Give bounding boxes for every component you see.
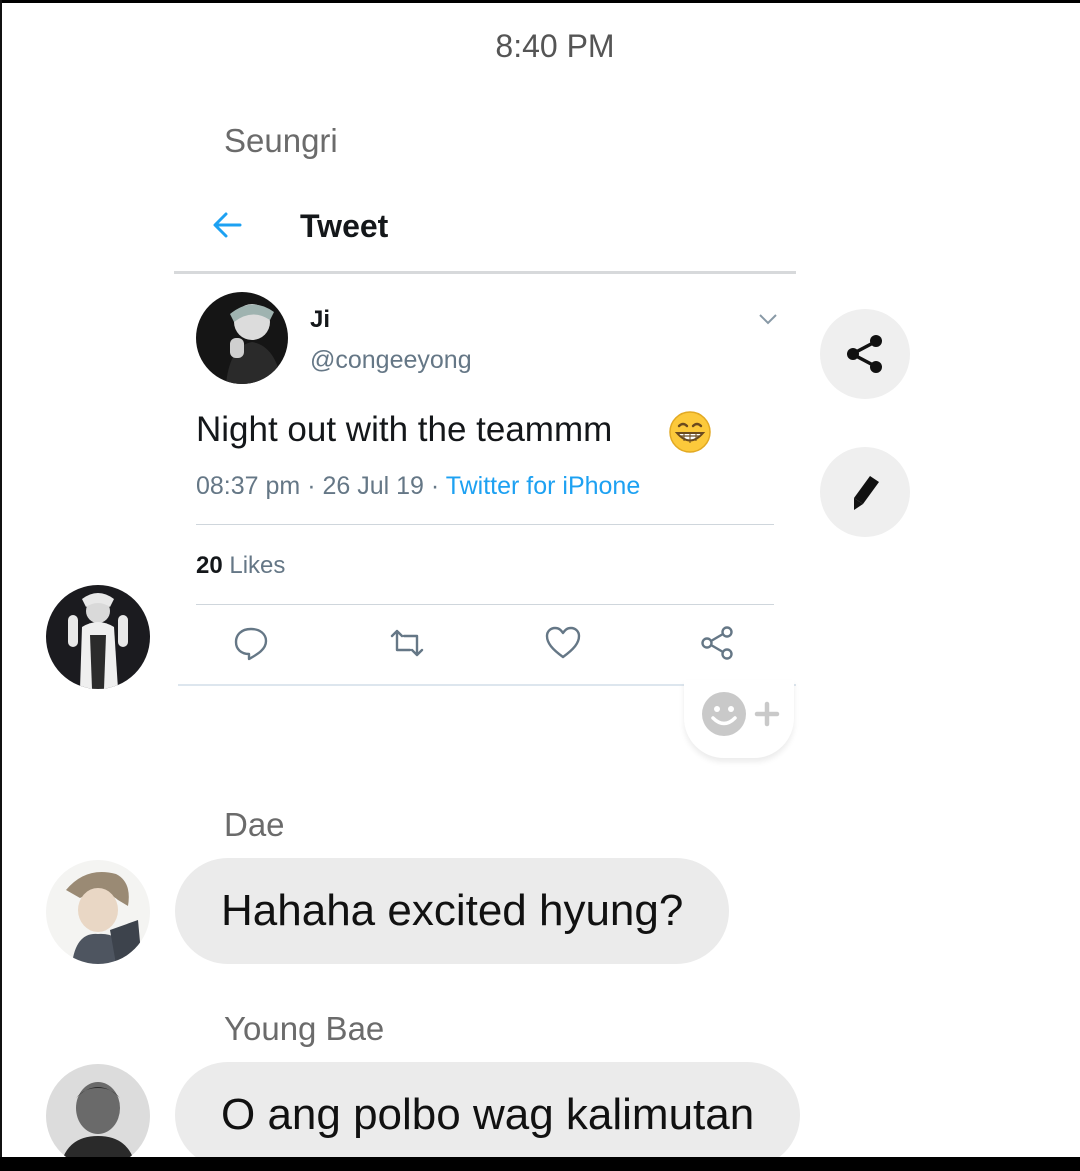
tweet-likes[interactable]: 20 Likes <box>196 552 285 580</box>
divider <box>196 604 774 605</box>
like-icon[interactable] <box>544 624 582 662</box>
tweet-source-link[interactable]: Twitter for iPhone <box>446 472 641 500</box>
chevron-down-icon[interactable] <box>758 312 778 326</box>
young-bae-avatar[interactable] <box>46 1064 150 1168</box>
likes-label: Likes <box>229 552 286 579</box>
add-reaction-button[interactable] <box>684 680 794 758</box>
reply-icon[interactable] <box>232 624 270 662</box>
divider <box>174 271 796 274</box>
sender-name: Young Bae <box>224 1010 385 1047</box>
tweet-meta: 08:37 pm · 26 Jul 19 · Twitter for iPhon… <box>196 472 641 500</box>
retweet-icon[interactable] <box>388 624 426 662</box>
tweet-header-title: Tweet <box>300 208 389 244</box>
grinning-face-emoji <box>669 411 711 453</box>
left-border <box>0 0 2 1171</box>
edit-fab[interactable] <box>820 447 910 537</box>
sender-name: Dae <box>224 806 285 843</box>
share-icon <box>847 335 882 373</box>
shared-tweet-card[interactable]: Tweet Ji @congeeyong Night out with the … <box>174 188 796 688</box>
dae-avatar[interactable] <box>46 860 150 964</box>
message-timestamp: 8:40 PM <box>495 28 615 64</box>
sender-name: Seungri <box>224 122 338 159</box>
tweet-text: Night out with the teammm <box>196 410 613 449</box>
tweet-author-avatar[interactable] <box>196 292 288 384</box>
likes-count: 20 <box>196 552 223 579</box>
edit-icon <box>854 476 879 510</box>
tweet-time: 08:37 pm <box>196 472 301 500</box>
share-icon[interactable] <box>698 624 736 662</box>
seungri-avatar[interactable] <box>46 585 150 689</box>
tweet-date: 26 Jul 19 <box>322 472 424 500</box>
message-bubble[interactable]: O ang polbo wag kalimutan <box>175 1062 801 1168</box>
message-bubble[interactable]: Hahaha excited hyung? <box>175 858 730 964</box>
back-arrow-icon[interactable] <box>210 208 244 242</box>
bottom-border <box>0 1157 1080 1171</box>
add-reaction-icon <box>702 692 780 736</box>
top-border <box>0 0 1080 3</box>
tweet-author-handle: @congeeyong <box>310 346 472 374</box>
tweet-author-name: Ji <box>310 306 331 333</box>
share-fab[interactable] <box>820 309 910 399</box>
divider <box>196 524 774 525</box>
